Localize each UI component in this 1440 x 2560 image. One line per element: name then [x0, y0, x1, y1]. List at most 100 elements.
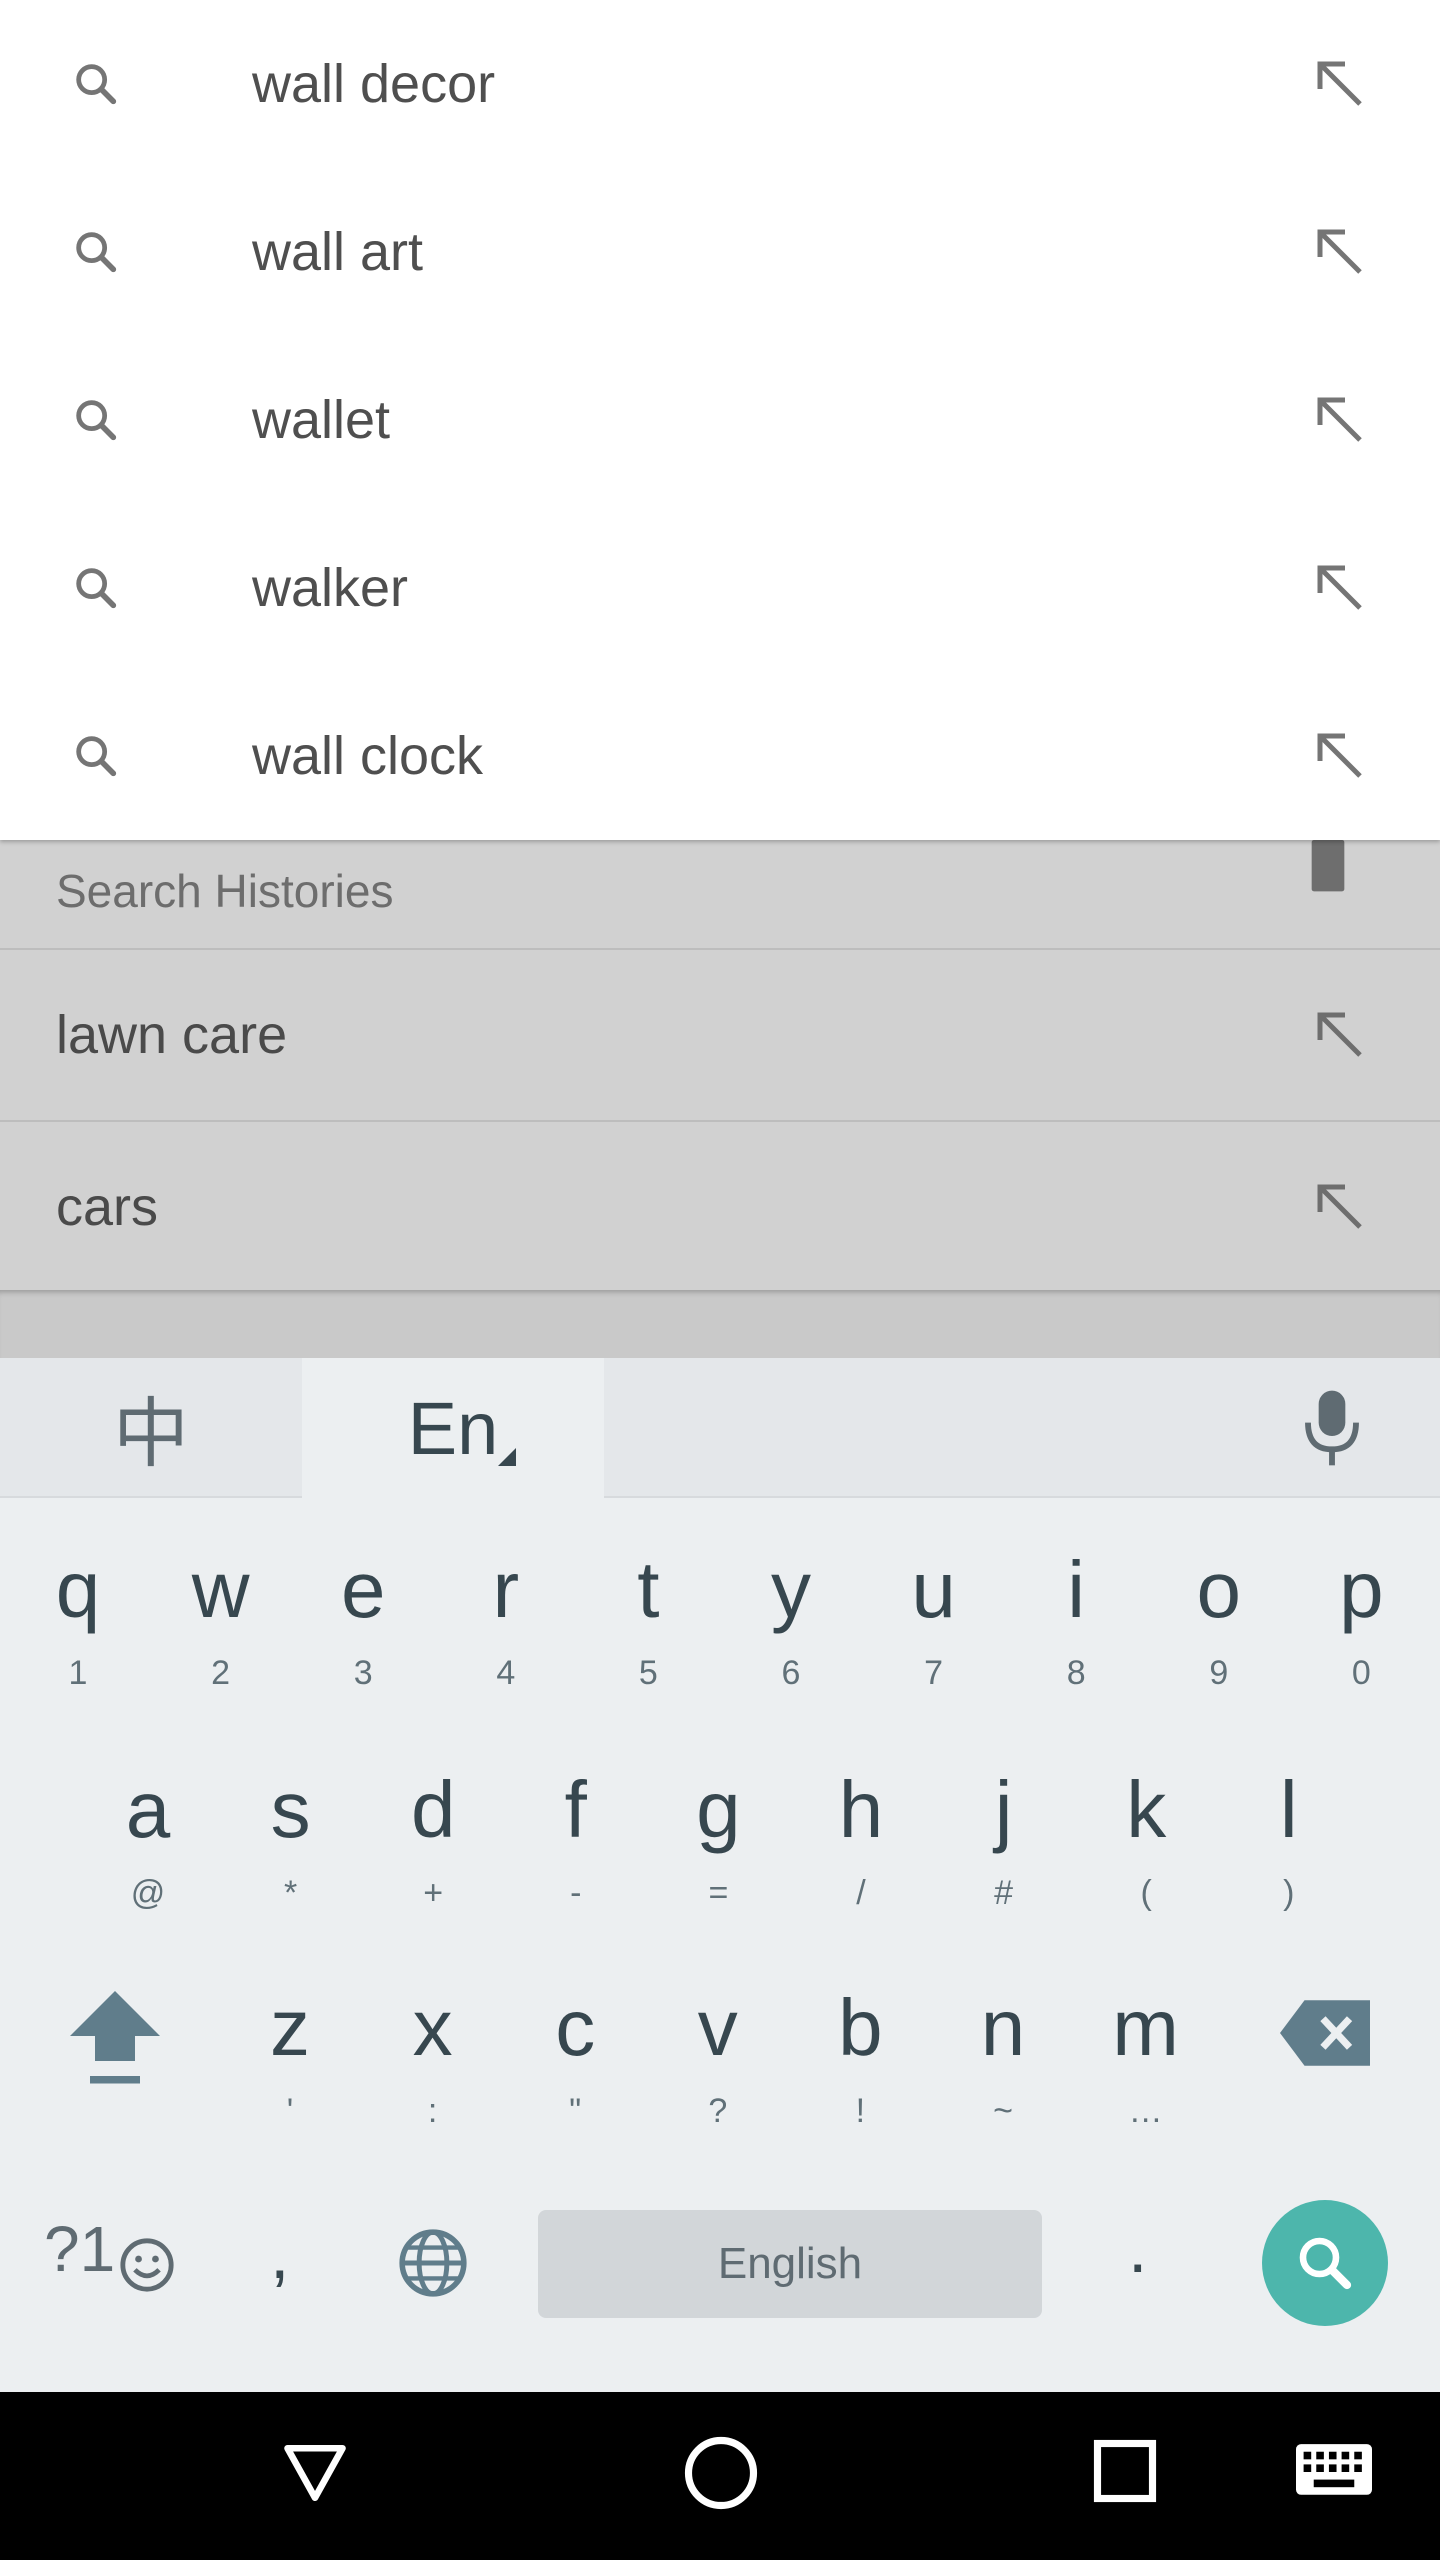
key-secondary: 2	[211, 1654, 231, 1692]
key-secondary: /	[856, 1874, 866, 1912]
arrow-up-left-icon[interactable]	[1310, 222, 1370, 282]
key-n[interactable]: n ~	[933, 1958, 1073, 2158]
history-item-label: cars	[56, 1177, 159, 1237]
key-r[interactable]: r4	[436, 1520, 576, 1720]
key-secondary: :	[427, 2092, 438, 2130]
mic-icon[interactable]	[1300, 1388, 1364, 1468]
key-m[interactable]: m…	[1076, 1958, 1216, 2158]
key-secondary: !	[855, 2092, 866, 2130]
key-f[interactable]: f-	[506, 1740, 646, 1940]
tab-english-indicator	[498, 1448, 516, 1466]
search-submit-button[interactable]	[1262, 2200, 1388, 2326]
key-secondary: =	[708, 1874, 729, 1912]
key-secondary: 7	[924, 1654, 944, 1692]
key-letter: w	[191, 1545, 250, 1634]
key-secondary: …	[1128, 2092, 1163, 2130]
search-icon	[1299, 2237, 1352, 2290]
key-letter: t	[637, 1545, 660, 1634]
space-key[interactable]: English	[538, 2210, 1042, 2318]
key-b[interactable]: b!	[790, 1958, 930, 2158]
key-a[interactable]: a @	[78, 1740, 218, 1940]
key-o[interactable]: o9	[1149, 1520, 1289, 1720]
key-z[interactable]: z '	[220, 1958, 360, 2158]
key-secondary: (	[1140, 1874, 1152, 1912]
globe-icon[interactable]	[396, 2226, 470, 2300]
key-letter: k	[1126, 1765, 1167, 1854]
key-secondary: 9	[1209, 1654, 1229, 1692]
key-letter: e	[340, 1545, 386, 1634]
key-letter: u	[911, 1545, 956, 1634]
key-j[interactable]: j #	[934, 1740, 1074, 1940]
key-letter: r	[492, 1545, 520, 1634]
period-key[interactable]: .	[1128, 2208, 1147, 2288]
history-item[interactable]: cars	[0, 1122, 1440, 1294]
back-triangle-icon[interactable]	[282, 2440, 348, 2506]
key-letter: s	[270, 1765, 311, 1854]
smiley-icon[interactable]	[118, 2236, 176, 2294]
key-letter: l	[1279, 1765, 1298, 1854]
suggestion-label: wall clock	[252, 726, 484, 786]
key-c[interactable]: c "	[505, 1958, 645, 2158]
key-letter: v	[697, 1983, 738, 2072]
key-secondary: 3	[353, 1654, 373, 1692]
recents-square-icon[interactable]	[1092, 2438, 1158, 2504]
key-letter: q	[55, 1545, 101, 1634]
key-secondary: #	[994, 1874, 1014, 1912]
key-i[interactable]: i8	[1006, 1520, 1146, 1720]
suggestion-label: wallet	[252, 390, 391, 450]
arrow-up-left-icon[interactable]	[1310, 54, 1370, 114]
key-x[interactable]: x:	[363, 1958, 503, 2158]
key-letter: b	[838, 1983, 883, 2072]
keyboard-icon[interactable]	[1296, 2444, 1372, 2500]
key-letter: a	[125, 1765, 171, 1854]
key-g[interactable]: g =	[648, 1740, 788, 1940]
backspace-icon[interactable]	[1280, 1998, 1370, 2068]
tab-english[interactable]: En	[302, 1358, 604, 1498]
search-suggestions-panel: wall decor wall art wallet walker wall c…	[0, 0, 1440, 840]
key-secondary: "	[569, 2092, 582, 2130]
key-w[interactable]: w2	[151, 1520, 291, 1720]
suggestion-row[interactable]: walker	[0, 504, 1440, 672]
history-bottom-shadow	[0, 1290, 1440, 1360]
key-letter: x	[412, 1983, 453, 2072]
suggestion-label: wall decor	[252, 54, 496, 114]
comma-key[interactable]: ,	[270, 2214, 289, 2294]
tab-english-label: En	[407, 1386, 499, 1470]
history-item[interactable]: lawn care	[0, 950, 1440, 1122]
trash-icon[interactable]	[1300, 840, 1356, 896]
key-e[interactable]: e3	[293, 1520, 433, 1720]
key-y[interactable]: y6	[721, 1520, 861, 1720]
history-item-label: lawn care	[56, 1005, 288, 1065]
home-circle-icon[interactable]	[682, 2434, 760, 2512]
key-s[interactable]: s *	[221, 1740, 361, 1940]
key-h[interactable]: h /	[791, 1740, 931, 1940]
arrow-up-left-icon[interactable]	[1310, 1005, 1370, 1065]
suggestion-label: walker	[252, 558, 409, 618]
key-letter: i	[1067, 1545, 1086, 1634]
suggestion-row[interactable]: wallet	[0, 336, 1440, 504]
suggestion-row[interactable]: wall art	[0, 168, 1440, 336]
key-u[interactable]: u7	[864, 1520, 1004, 1720]
tab-chinese[interactable]: 中	[0, 1358, 302, 1496]
search-icon	[76, 64, 117, 105]
key-p[interactable]: p0	[1291, 1520, 1431, 1720]
key-v[interactable]: v?	[648, 1958, 788, 2158]
suggestion-row[interactable]: wall decor	[0, 0, 1440, 168]
key-d[interactable]: d +	[363, 1740, 503, 1940]
soft-keyboard: 中 En q1w2e3r4t5y6u7i8o9p0 a @ s * d + f - g = h / j #…	[0, 1358, 1440, 2392]
key-secondary: 4	[496, 1654, 516, 1692]
arrow-up-left-icon[interactable]	[1310, 558, 1370, 618]
key-t[interactable]: t5	[578, 1520, 718, 1720]
key-q[interactable]: q1	[8, 1520, 148, 1720]
arrow-up-left-icon[interactable]	[1310, 726, 1370, 786]
suggestion-row[interactable]: wall clock	[0, 672, 1440, 840]
symbols-key[interactable]: ?1	[44, 2212, 115, 2286]
arrow-up-left-icon[interactable]	[1310, 390, 1370, 450]
key-k[interactable]: k(	[1076, 1740, 1216, 1940]
key-letter: y	[771, 1545, 811, 1634]
key-l[interactable]: l)	[1219, 1740, 1359, 1940]
space-key-label: English	[717, 2239, 863, 2288]
search-history-header: Search Histories	[0, 840, 1440, 950]
arrow-up-left-icon[interactable]	[1310, 1177, 1370, 1237]
shift-icon[interactable]	[60, 1986, 170, 2086]
